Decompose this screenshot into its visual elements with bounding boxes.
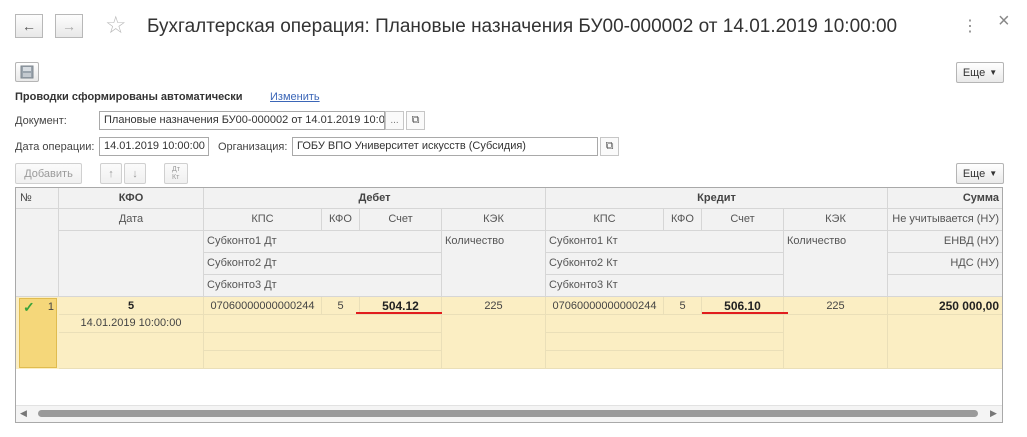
col-kps-dt-header[interactable]: КПС <box>204 209 322 231</box>
floppy-disk-icon <box>20 65 34 79</box>
col-subconto1-kt-header[interactable]: Субконто1 Кт <box>546 231 784 253</box>
col-kfo-header[interactable]: КФО <box>59 188 204 209</box>
more-button[interactable]: Еще ▼ <box>956 62 1004 83</box>
org-label: Организация: <box>218 141 288 153</box>
ellipsis-icon: ... <box>390 115 399 126</box>
swap-dt-kt-icon: Дт Кт <box>172 165 180 181</box>
row-subconto2-kt[interactable] <box>546 333 784 351</box>
row-kfo-dt[interactable]: 5 <box>322 297 360 315</box>
date-field[interactable]: 14.01.2019 10:00:00 <box>99 137 209 156</box>
col-kek-dt-header[interactable]: КЭК <box>442 209 546 231</box>
annotation-underline-credit <box>702 312 788 314</box>
col-num-header[interactable]: № <box>16 188 59 209</box>
close-icon[interactable]: × <box>998 10 1010 33</box>
move-up-button[interactable]: ↑ <box>100 163 122 184</box>
col-kps-kt-header[interactable]: КПС <box>546 209 664 231</box>
add-button[interactable]: Добавить <box>15 163 82 184</box>
col-quantity-dt-header[interactable]: Количество <box>442 231 546 297</box>
row-subconto3-dt[interactable] <box>204 351 442 369</box>
move-down-button[interactable]: ↓ <box>124 163 146 184</box>
col-nds-header[interactable]: НДС (НУ) <box>888 253 1002 275</box>
swap-dt-kt-button[interactable]: Дт Кт <box>164 163 188 184</box>
window-title: Бухгалтерская операция: Плановые назначе… <box>147 16 898 37</box>
document-field[interactable]: Плановые назначения БУ00-000002 от 14.01… <box>99 111 385 130</box>
chevron-down-icon: ▼ <box>989 169 998 178</box>
col-kek-kt-header[interactable]: КЭК <box>784 209 888 231</box>
back-button[interactable]: ← <box>15 14 43 38</box>
org-field[interactable]: ГОБУ ВПО Университет искусств (Субсидия) <box>292 137 598 156</box>
row-num: 1 <box>47 301 54 313</box>
save-button[interactable] <box>15 62 39 82</box>
more-button-label: Еще <box>962 66 986 79</box>
arrow-down-icon: ↓ <box>132 167 138 180</box>
row-subconto3-kt[interactable] <box>546 351 784 369</box>
annotation-underline-debit <box>356 312 442 314</box>
col-date-header[interactable]: Дата <box>59 209 204 231</box>
col-kfo-dt-header[interactable]: КФО <box>322 209 360 231</box>
sum-sub-empty <box>888 275 1002 297</box>
more-button-label: Еще <box>962 167 986 180</box>
date-label: Дата операции: <box>15 141 95 153</box>
num-sub-empty <box>16 209 59 297</box>
row-kfo-kt[interactable]: 5 <box>664 297 702 315</box>
col-credit-header[interactable]: Кредит <box>546 188 888 209</box>
check-icon: ✓ <box>23 299 35 315</box>
org-open-button[interactable]: ⧉ <box>600 137 619 156</box>
col-subconto2-kt-header[interactable]: Субконто2 Кт <box>546 253 784 275</box>
col-envd-header[interactable]: ЕНВД (НУ) <box>888 231 1002 253</box>
col-sum-header[interactable]: Сумма <box>888 188 1002 209</box>
row-sum[interactable]: 250 000,00 <box>888 297 1002 315</box>
row-date[interactable]: 14.01.2019 10:00:00 <box>59 315 204 333</box>
col-kfo-kt-header[interactable]: КФО <box>664 209 702 231</box>
document-label: Документ: <box>15 115 67 127</box>
kfo-sub-empty <box>59 231 204 297</box>
row-sum-blank <box>888 315 1002 369</box>
row-quantity-dt[interactable] <box>442 315 546 369</box>
document-open-button[interactable]: ⧉ <box>406 111 425 130</box>
favorite-star-icon[interactable]: ☆ <box>105 14 127 38</box>
col-debit-header[interactable]: Дебет <box>204 188 546 209</box>
table-more-button[interactable]: Еще ▼ <box>956 163 1004 184</box>
more-actions-icon[interactable]: ⋮ <box>962 16 978 36</box>
row-subconto1-kt[interactable] <box>546 315 784 333</box>
col-quantity-kt-header[interactable]: Количество <box>784 231 888 297</box>
col-subconto1-dt-header[interactable]: Субконто1 Дт <box>204 231 442 253</box>
col-not-counted-header[interactable]: Не учитывается (НУ) <box>888 209 1002 231</box>
row-kps-dt[interactable]: 07060000000000244 <box>204 297 322 315</box>
row-quantity-kt[interactable] <box>784 315 888 369</box>
row-kps-kt[interactable]: 07060000000000244 <box>546 297 664 315</box>
scroll-left-icon[interactable]: ◀ <box>20 408 27 419</box>
col-account-dt-header[interactable]: Счет <box>360 209 442 231</box>
open-link-icon: ⧉ <box>605 140 614 152</box>
row-kek-kt[interactable]: 225 <box>784 297 888 315</box>
col-account-kt-header[interactable]: Счет <box>702 209 784 231</box>
document-select-button[interactable]: ... <box>385 111 404 130</box>
add-button-label: Добавить <box>24 167 73 180</box>
chevron-down-icon: ▼ <box>989 68 998 77</box>
row-kek-dt[interactable]: 225 <box>442 297 546 315</box>
row-kfo-blank <box>59 333 204 369</box>
arrow-up-icon: ↑ <box>108 167 114 180</box>
scrollbar-thumb[interactable] <box>38 410 978 417</box>
row-subconto1-dt[interactable] <box>204 315 442 333</box>
entries-table[interactable]: № КФО Дебет Кредит Сумма Дата КПС КФО Сч… <box>15 187 1003 423</box>
col-subconto3-dt-header[interactable]: Субконто3 Дт <box>204 275 442 297</box>
entries-auto-text: Проводки сформированы автоматически <box>15 91 243 103</box>
scroll-right-icon[interactable]: ▶ <box>990 408 997 419</box>
change-link[interactable]: Изменить <box>270 91 320 103</box>
row-kfo[interactable]: 5 <box>59 297 204 315</box>
col-subconto3-kt-header[interactable]: Субконто3 Кт <box>546 275 784 297</box>
col-subconto2-dt-header[interactable]: Субконто2 Дт <box>204 253 442 275</box>
row-subconto2-dt[interactable] <box>204 333 442 351</box>
open-link-icon: ⧉ <box>411 114 420 126</box>
arrow-right-icon: → <box>62 18 76 34</box>
forward-button[interactable]: → <box>55 14 83 38</box>
arrow-left-icon: ← <box>22 18 36 34</box>
